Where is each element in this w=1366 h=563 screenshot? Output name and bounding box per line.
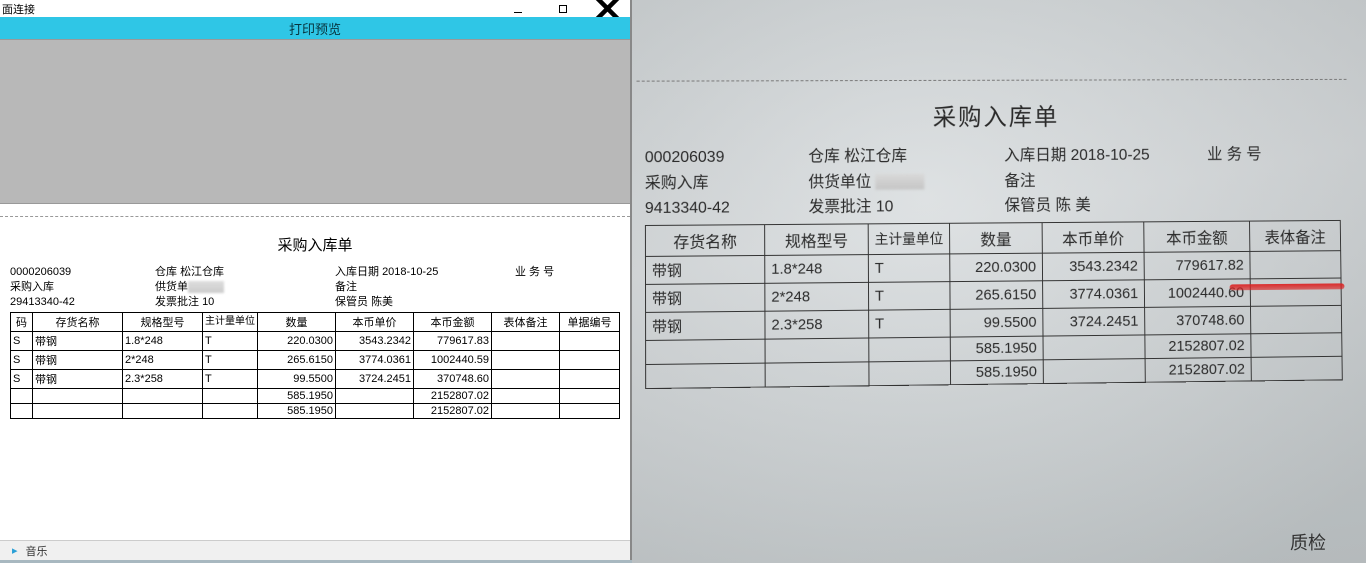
maximize-button[interactable] [540, 0, 585, 17]
print-preview-window: 面连接 打印预览 采购入库单 0000206039 仓库 松江仓库 入库日期 2… [0, 0, 632, 560]
window-title: 面连接 [0, 1, 35, 17]
doc-id: 0000206039 [10, 265, 155, 280]
table-total-row: 585.1950 2152807.02 [11, 388, 620, 403]
toolbar-area[interactable] [0, 39, 630, 204]
photo-doc-header: 000206039 仓库 松江仓库 入库日期 2018-10-25 业 务 号 … [645, 142, 1341, 222]
doc-header: 0000206039 仓库 松江仓库 入库日期 2018-10-25 业 务 号… [10, 265, 620, 310]
photo-doc-title: 采购入库单 [645, 96, 1340, 133]
status-bar: ▸ 音乐 [0, 540, 630, 560]
header-title: 打印预览 [289, 19, 341, 38]
play-icon: ▸ [12, 544, 18, 557]
photo-document: 采购入库单 000206039 仓库 松江仓库 入库日期 2018-10-25 … [637, 71, 1352, 469]
photo-corner-label: 质检 [1290, 529, 1326, 555]
doc-ref: 29413340-42 [10, 295, 155, 310]
highlight-mark [1230, 283, 1345, 290]
minimize-button[interactable] [495, 0, 540, 17]
doc-title: 采购入库单 [10, 234, 620, 255]
table-row: S 带钢 2.3*258 T 99.5500 3724.2451 370748.… [11, 369, 620, 388]
table-header-row: 码 存货名称 规格型号 主计量单位 数量 本币单价 本币金额 表体备注 单据编号 [11, 312, 620, 331]
table-row: S 带钢 1.8*248 T 220.0300 3543.2342 779617… [11, 331, 620, 350]
table-total-row: 585.1950 2152807.02 [11, 403, 620, 418]
titlebar[interactable]: 面连接 [0, 0, 630, 17]
window-controls [495, 0, 630, 17]
redacted-supplier [188, 281, 224, 293]
photo-table: 存货名称 规格型号 主计量单位 数量 本币单价 本币金额 表体备注 带钢 1.8… [645, 220, 1343, 389]
redacted-supplier [876, 174, 925, 190]
table-row: S 带钢 2*248 T 265.6150 3774.0361 1002440.… [11, 350, 620, 369]
close-button[interactable] [585, 0, 630, 17]
header-bar: 打印预览 [0, 17, 630, 39]
doc-table: 码 存货名称 规格型号 主计量单位 数量 本币单价 本币金额 表体备注 单据编号… [10, 312, 620, 419]
doc-type: 采购入库 [10, 280, 155, 295]
preview-document: 采购入库单 0000206039 仓库 松江仓库 入库日期 2018-10-25… [0, 204, 630, 540]
status-text: 音乐 [26, 543, 48, 559]
photo-panel: 采购入库单 000206039 仓库 松江仓库 入库日期 2018-10-25 … [632, 0, 1366, 563]
